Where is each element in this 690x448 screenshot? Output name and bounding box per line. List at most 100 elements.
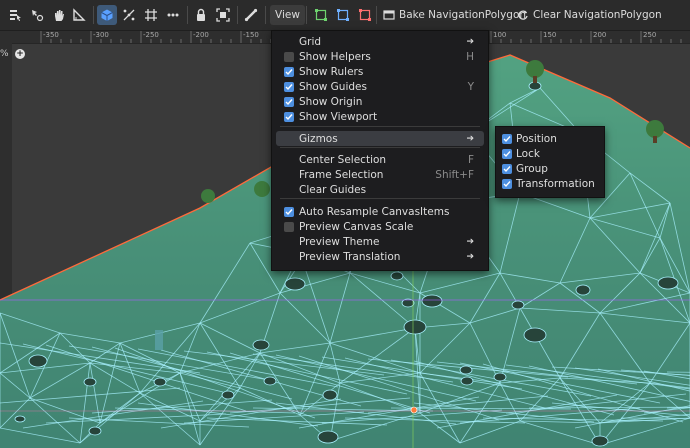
view-menu: Grid ➔ Show Helpers H Show Rulers Show Guides… — [271, 30, 489, 271]
menu-item-preview-translation[interactable]: Preview Translation ➔ — [276, 249, 484, 264]
obstacle-hole — [221, 390, 235, 400]
bake-navigation-polygon-button[interactable]: Bake NavigationPolygon — [378, 5, 531, 25]
ruler-label: -300 — [93, 31, 109, 39]
gizmo-item-label: Lock — [516, 147, 540, 160]
origin-marker[interactable] — [410, 406, 418, 414]
menu-item-label: Preview Theme — [299, 235, 380, 248]
obstacle-hole — [591, 435, 609, 447]
obstacle-hole — [88, 426, 102, 436]
obstacle-hole — [528, 81, 542, 91]
menu-item-preview-theme[interactable]: Preview Theme ➔ — [276, 234, 484, 249]
obstacle-hole — [421, 294, 443, 308]
menu-item-show-origin[interactable]: Show Origin — [276, 94, 484, 109]
checkbox-checked-icon[interactable] — [502, 163, 512, 174]
view-menu-button[interactable]: View — [270, 5, 305, 25]
pan-hand-icon[interactable] — [49, 5, 69, 25]
move-icon[interactable] — [27, 5, 47, 25]
checkbox-checked-icon[interactable] — [502, 133, 512, 144]
menu-separator — [280, 198, 480, 199]
menu-item-show-helpers[interactable]: Show Helpers H — [276, 49, 484, 64]
selectable-cube-icon[interactable] — [97, 5, 117, 25]
submenu-arrow-icon: ➔ — [466, 251, 474, 262]
clear-label: Clear NavigationPolygon — [533, 9, 662, 21]
menu-item-label: Auto Resample CanvasItems — [299, 205, 450, 218]
menu-item-label: Center Selection — [299, 153, 387, 166]
checkbox-checked-icon[interactable] — [284, 66, 294, 77]
tree-sprite — [646, 120, 664, 138]
menu-item-gizmos[interactable]: Gizmos ➔ — [276, 131, 484, 146]
menu-item-clear-guides[interactable]: Clear Guides — [276, 182, 484, 197]
checkbox-checked-icon[interactable] — [284, 81, 294, 92]
menu-separator — [280, 147, 480, 148]
gizmo-item-label: Position — [516, 132, 557, 145]
checkbox-unchecked-icon[interactable] — [284, 51, 294, 62]
checkbox-checked-icon[interactable] — [284, 206, 294, 217]
submenu-arrow-icon: ➔ — [466, 36, 474, 47]
select-list-icon[interactable] — [5, 5, 25, 25]
group-icon[interactable] — [213, 5, 233, 25]
tree-sprite — [533, 76, 537, 83]
menu-item-label: Show Helpers — [299, 50, 371, 63]
obstacle-hole — [284, 277, 306, 291]
obstacle-hole — [317, 430, 339, 444]
menu-item-show-guides[interactable]: Show Guides Y — [276, 79, 484, 94]
snap-options-icon[interactable] — [163, 5, 183, 25]
gizmo-item-transformation[interactable]: Transformation — [500, 176, 600, 191]
tree-sprite — [254, 181, 270, 197]
tree-sprite — [526, 60, 544, 78]
checkbox-checked-icon[interactable] — [284, 96, 294, 107]
obstacle-hole — [403, 319, 427, 335]
obstacle-hole — [390, 271, 404, 281]
obstacle-hole — [14, 415, 26, 423]
toolbar-divider — [187, 6, 188, 24]
ruler-icon[interactable] — [69, 5, 89, 25]
menu-item-label: Frame Selection — [299, 168, 384, 181]
checkbox-checked-icon[interactable] — [502, 178, 512, 189]
clear-navigation-polygon-button[interactable]: Clear NavigationPolygon — [512, 5, 667, 25]
ruler-label: 100 — [493, 31, 507, 39]
bake-label: Bake NavigationPolygon — [399, 9, 527, 21]
menu-item-label: Preview Canvas Scale — [299, 220, 414, 233]
navpoly-delete-icon[interactable] — [355, 5, 375, 25]
ruler-label: 250 — [643, 31, 657, 39]
submenu-arrow-icon: ➔ — [466, 133, 474, 144]
obstacle-hole — [322, 389, 338, 401]
bake-icon — [383, 10, 395, 20]
checkbox-checked-icon[interactable] — [284, 111, 294, 122]
menu-item-show-viewport[interactable]: Show Viewport — [276, 109, 484, 124]
ruler-label: -200 — [193, 31, 209, 39]
ruler-label: -350 — [43, 31, 59, 39]
menu-item-show-rulers[interactable]: Show Rulers — [276, 64, 484, 79]
gizmo-item-group[interactable]: Group — [500, 161, 600, 176]
menu-separator — [280, 126, 480, 127]
gizmo-item-position[interactable]: Position — [500, 131, 600, 146]
tree-sprite — [201, 189, 215, 203]
checkbox-unchecked-icon[interactable] — [284, 221, 294, 232]
menu-item-grid[interactable]: Grid ➔ — [276, 34, 484, 49]
navpoly-create-icon[interactable] — [311, 5, 331, 25]
menu-item-shortcut: F — [467, 153, 474, 166]
menu-item-frame-selection[interactable]: Frame Selection Shift+F — [276, 167, 484, 182]
menu-item-center-selection[interactable]: Center Selection F — [276, 152, 484, 167]
menu-item-auto-resample-canvasitems[interactable]: Auto Resample CanvasItems — [276, 204, 484, 219]
toolbar-divider — [237, 6, 238, 24]
menu-item-label: Gizmos — [299, 132, 338, 145]
ruler-label: -150 — [243, 31, 259, 39]
toolbar-divider — [376, 6, 377, 24]
smart-snap-icon[interactable] — [119, 5, 139, 25]
character-sprite[interactable] — [155, 330, 163, 350]
obstacle-hole — [575, 284, 591, 296]
bone-icon[interactable] — [241, 5, 261, 25]
gizmo-item-lock[interactable]: Lock — [500, 146, 600, 161]
menu-item-shortcut: Shift+F — [435, 168, 474, 181]
menu-item-label: Show Rulers — [299, 65, 364, 78]
lock-icon[interactable] — [191, 5, 211, 25]
menu-item-label: Show Origin — [299, 95, 363, 108]
navpoly-edit-icon[interactable] — [333, 5, 353, 25]
grid-snap-icon[interactable] — [141, 5, 161, 25]
menu-item-preview-canvas-scale[interactable]: Preview Canvas Scale — [276, 219, 484, 234]
gizmo-item-label: Transformation — [516, 177, 595, 190]
obstacle-hole — [511, 300, 525, 310]
menu-item-shortcut: Y — [467, 80, 474, 93]
checkbox-checked-icon[interactable] — [502, 148, 512, 159]
